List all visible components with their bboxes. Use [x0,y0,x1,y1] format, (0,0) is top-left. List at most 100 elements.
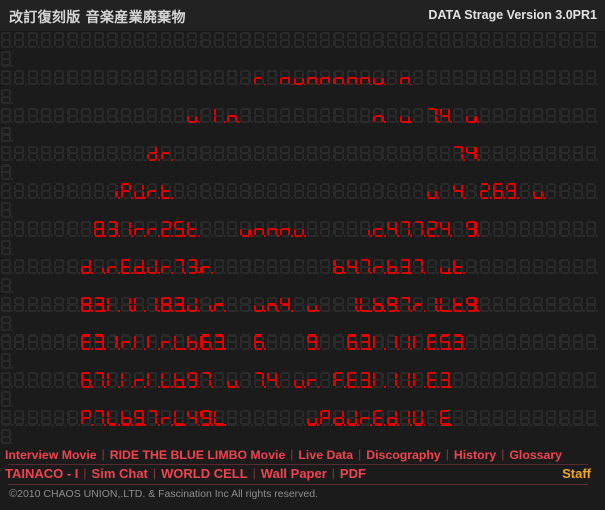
digit-cell [80,107,94,126]
digit-cell [253,220,266,239]
digit-cell [186,295,200,314]
nav-link-world-cell[interactable]: WORLD CELL [156,465,253,483]
digit-cell [479,31,492,50]
digit-cell [479,69,492,88]
page-title: 改訂復刻版 音楽産業廃棄物 [9,10,186,26]
digit-cell [572,409,586,428]
digit-cell [519,69,532,88]
digit-cell [0,144,14,163]
copyright-notice: ©2010 CHAOS UNION,.LTD. & Fascination In… [9,488,318,500]
digit-cell [13,333,27,352]
digit-cell [372,333,386,352]
digit-cell [439,220,453,239]
digit-cell [426,409,439,428]
digit-cell [106,295,120,314]
digit-cell [519,258,532,277]
digit-cell [346,107,359,126]
nav-link-glossary[interactable]: Glossary [504,447,567,464]
digit-cell [120,69,133,88]
digit-cell [120,31,133,50]
digit-cell [0,88,14,107]
digit-cell [133,371,147,390]
digit-cell [585,258,599,277]
digit-cell [505,69,519,88]
digit-cell [133,69,147,88]
digit-cell [13,295,27,314]
digit-cell [93,31,107,50]
digit-cell [412,295,426,314]
digit-cell [545,144,559,163]
nav-link-history[interactable]: History [449,447,501,464]
digit-cell [479,220,492,239]
digit-cell [426,220,439,239]
digit-cell [386,295,399,314]
digit-cell [186,69,200,88]
digit-cell [0,428,14,446]
digit-cell [13,31,27,50]
digit-cell [585,333,599,352]
nav-link-staff[interactable]: Staff [557,465,596,483]
digit-cell [146,333,160,352]
digit-cell [426,31,439,50]
digit-cell [199,295,213,314]
digit-cell [53,107,67,126]
digit-cell [226,333,240,352]
digit-cell [0,352,14,371]
digit-cell [372,107,386,126]
digit-cell [160,295,173,314]
digit-cell [239,69,253,88]
digit-cell [120,258,133,277]
digit-cell [66,409,80,428]
nav-link-wall-paper[interactable]: Wall Paper [256,465,332,483]
nav-link-tainaco-i[interactable]: TAINACO - I [0,465,83,483]
digit-cell [293,31,306,50]
digit-cell [0,371,14,390]
digit-cell [505,295,519,314]
digit-cell [120,182,133,201]
digit-cell [492,107,506,126]
digit-cell [372,69,386,88]
digit-cell [306,144,320,163]
digit-cell [439,258,453,277]
digit-cell [439,409,453,428]
digit-cell [0,333,14,352]
digit-cell [133,295,147,314]
digit-cell [13,220,27,239]
digit-cell [386,258,399,277]
nav-link-ride-the-blue-limbo-movie[interactable]: RIDE THE BLUE LIMBO Movie [105,447,291,464]
digit-cell [146,182,160,201]
digit-cell [532,333,546,352]
nav-link-sim-chat[interactable]: Sim Chat [87,465,153,483]
digit-cell [0,107,14,126]
nav-link-live-data[interactable]: Live Data [293,447,358,464]
digit-cell [40,333,54,352]
digit-cell [545,220,559,239]
digit-cell [186,258,200,277]
digit-cell [532,258,546,277]
digit-cell [372,409,386,428]
digit-cell [399,144,413,163]
digit-cell [226,371,240,390]
digit-cell [306,333,320,352]
digit-cell [253,69,266,88]
nav-primary: Interview Movie | RIDE THE BLUE LIMBO Movi… [0,446,605,464]
nav-link-interview-movie[interactable]: Interview Movie [0,447,102,464]
digit-cell [452,69,466,88]
digit-cell [332,409,346,428]
digit-cell [332,182,346,201]
digit-cell [306,107,320,126]
digit-cell [519,31,532,50]
digit-cell [479,333,492,352]
nav-link-discography[interactable]: Discography [361,447,445,464]
nav-link-pdf[interactable]: PDF [335,465,371,483]
digit-cell [160,144,173,163]
digit-cell [585,295,599,314]
digit-cell [465,333,479,352]
digit-cell [66,69,80,88]
digit-cell [465,182,479,201]
digit-cell [585,69,599,88]
digit-cell [80,371,94,390]
digit-cell [319,333,333,352]
digit-cell [372,295,386,314]
digit-cell [80,220,94,239]
